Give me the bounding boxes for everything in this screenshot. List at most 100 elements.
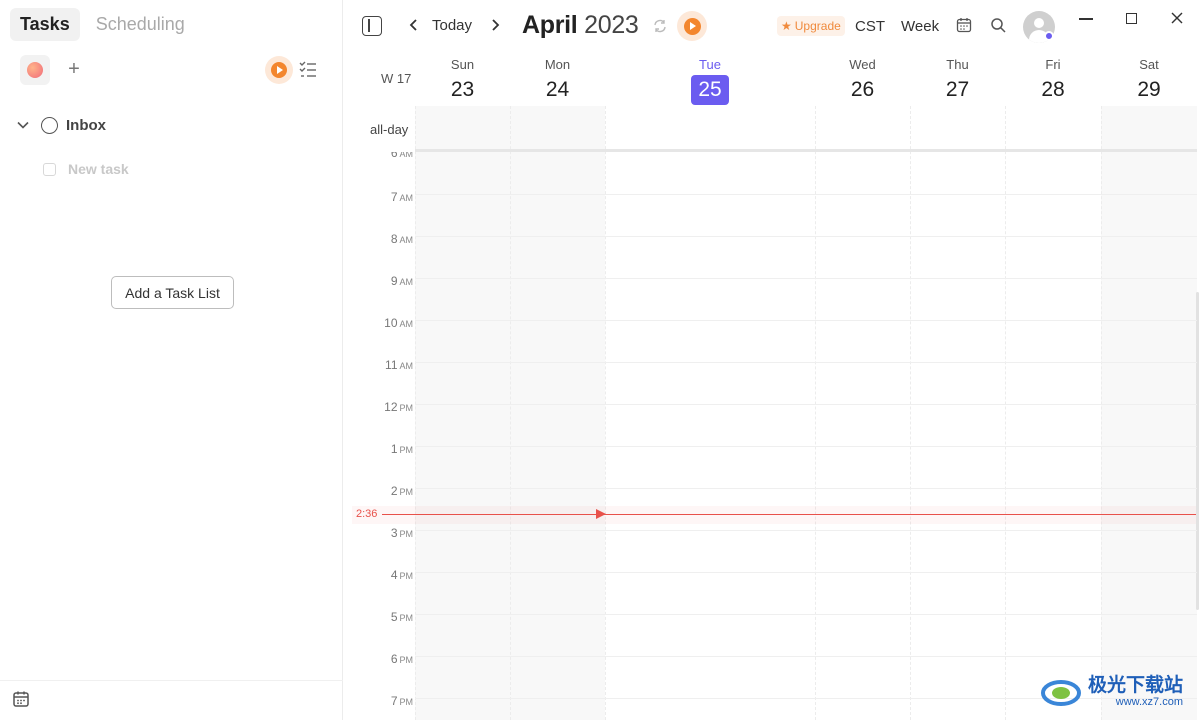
list-item-inbox[interactable]: Inbox — [16, 112, 326, 138]
day-number: 25 — [691, 75, 729, 105]
day-header-sun[interactable]: Sun 23 — [415, 56, 510, 106]
hour-line — [415, 404, 1197, 405]
today-button[interactable]: Today — [432, 17, 472, 34]
add-icon[interactable]: + — [64, 57, 84, 81]
hour-period: AM — [399, 361, 414, 371]
scrollbar[interactable] — [1196, 292, 1199, 610]
hour-period: PM — [399, 697, 414, 707]
task-checkbox — [43, 162, 56, 176]
hour-value: 6 — [390, 146, 398, 160]
upgrade-label: Upgrade — [794, 19, 841, 33]
add-task-list-button[interactable]: Add a Task List — [111, 276, 234, 309]
close-icon[interactable] — [1170, 11, 1184, 25]
chevron-left-icon[interactable] — [406, 15, 422, 35]
watermark-logo-icon — [1041, 680, 1081, 706]
star-icon: ★ — [781, 19, 792, 33]
day-header-fri[interactable]: Fri 28 — [1005, 56, 1101, 106]
day-name: Fri — [1045, 57, 1061, 72]
now-band — [352, 506, 1197, 524]
day-column-mon[interactable] — [510, 106, 605, 720]
day-column-sun[interactable] — [415, 106, 510, 720]
day-number: 24 — [545, 78, 570, 101]
tab-scheduling[interactable]: Scheduling — [86, 8, 195, 41]
hour-label: 6 AM — [390, 146, 414, 160]
day-header-mon[interactable]: Mon 24 — [510, 56, 605, 106]
sidebar-toggle-icon[interactable] — [362, 16, 382, 36]
hour-label: 8 AM — [391, 232, 413, 246]
day-header-sat[interactable]: Sat 29 — [1101, 56, 1197, 106]
workspace-avatar-icon — [27, 62, 43, 78]
hour-period: AM — [399, 235, 414, 245]
calendar-icon[interactable] — [12, 690, 30, 708]
chevron-down-icon[interactable] — [16, 118, 30, 132]
day-number: 26 — [850, 78, 875, 101]
hour-line — [415, 362, 1197, 363]
day-column-thu[interactable] — [910, 106, 1005, 720]
hour-label: 3 PM — [391, 526, 413, 540]
minimize-icon[interactable] — [1079, 18, 1093, 20]
day-name: Sun — [450, 57, 475, 72]
day-column-wed[interactable] — [815, 106, 910, 720]
status-dot — [1044, 31, 1054, 41]
hour-period: PM — [399, 403, 414, 413]
hour-line — [415, 194, 1197, 195]
day-number: 29 — [1137, 78, 1161, 101]
new-task-placeholder: New task — [68, 161, 129, 177]
new-task-input[interactable]: New task — [43, 161, 129, 177]
hour-line — [415, 614, 1197, 615]
day-header-wed[interactable]: Wed 26 — [815, 56, 910, 106]
search-icon[interactable] — [990, 17, 1007, 34]
focus-timer-button[interactable] — [265, 56, 293, 84]
watermark-name: 极光下载站 — [1088, 674, 1184, 696]
month-title[interactable]: April 2023 — [522, 11, 639, 40]
day-header-thu[interactable]: Thu 27 — [910, 56, 1005, 106]
tab-tasks[interactable]: Tasks — [10, 8, 80, 41]
hour-line — [415, 530, 1197, 531]
day-header-tue[interactable]: Tue 25 — [605, 56, 815, 106]
hour-value: 10 — [384, 316, 398, 330]
view-switcher[interactable]: Week — [901, 18, 939, 35]
mini-calendar-icon[interactable] — [956, 17, 972, 33]
maximize-icon[interactable] — [1126, 13, 1137, 24]
hour-period: AM — [399, 193, 414, 203]
hour-label: 2 PM — [391, 484, 413, 498]
hour-period: AM — [399, 319, 414, 329]
sync-icon[interactable] — [652, 18, 668, 34]
day-column-fri[interactable] — [1005, 106, 1101, 720]
day-name: Thu — [946, 57, 969, 72]
workspace-avatar-button[interactable] — [20, 55, 50, 85]
hour-value: 8 — [390, 232, 398, 246]
hour-label: 9 AM — [391, 274, 413, 288]
hour-label: 5 PM — [391, 610, 413, 624]
hour-label: 7 PM — [391, 694, 413, 708]
timezone-button[interactable]: CST — [855, 18, 885, 35]
list-item-label: Inbox — [66, 116, 106, 134]
hour-value: 3 — [390, 526, 398, 540]
hour-period: PM — [399, 613, 414, 623]
focus-timer-button[interactable] — [677, 11, 707, 41]
checklist-icon[interactable] — [298, 58, 318, 80]
chevron-right-icon[interactable] — [487, 15, 503, 35]
play-icon — [271, 62, 287, 78]
week-grid[interactable] — [415, 106, 1197, 720]
hour-value: 12 — [384, 400, 398, 414]
allday-divider — [415, 149, 1197, 152]
footer-divider — [0, 680, 343, 681]
year-label: 2023 — [584, 11, 639, 39]
hour-line — [415, 488, 1197, 489]
hour-line — [415, 236, 1197, 237]
upgrade-button[interactable]: ★ Upgrade — [777, 16, 845, 36]
panel-tabs: Tasks Scheduling — [10, 8, 195, 41]
watermark-text: 极光下载站 www.xz7.com — [1088, 674, 1183, 708]
hour-period: PM — [399, 445, 414, 455]
hour-period: AM — [399, 149, 414, 159]
hour-label: 6 PM — [391, 652, 413, 666]
day-column-sat[interactable] — [1101, 106, 1197, 720]
hour-period: AM — [399, 277, 414, 287]
hour-label: 7 AM — [391, 190, 413, 204]
hour-value: 7 — [390, 190, 398, 204]
day-column-tue[interactable] — [605, 106, 815, 720]
hour-label: 12 PM — [384, 400, 413, 414]
hour-value: 1 — [390, 442, 398, 456]
avatar-head — [1034, 18, 1044, 28]
